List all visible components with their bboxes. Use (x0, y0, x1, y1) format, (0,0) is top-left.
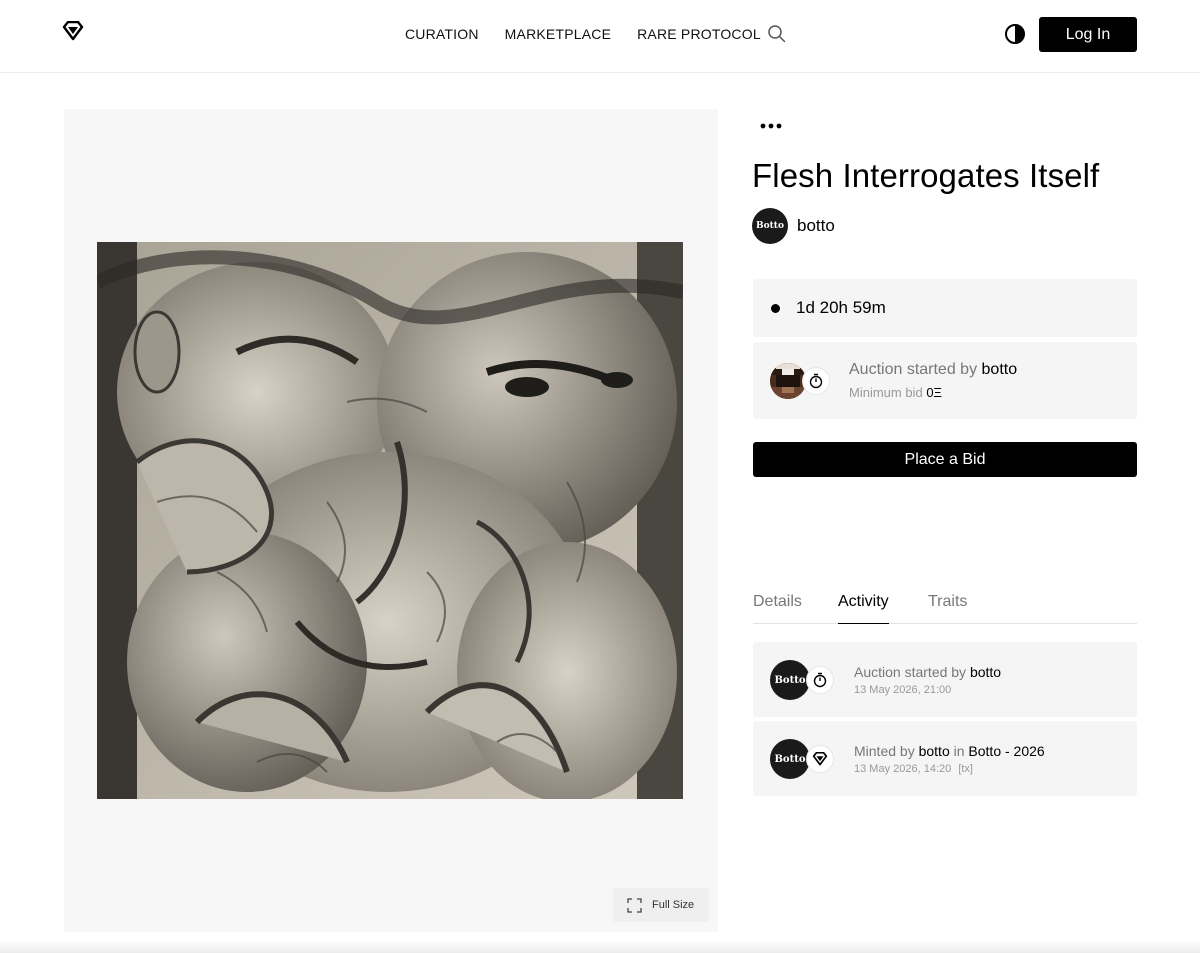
activity-prefix: Minted by (854, 743, 915, 759)
search-icon[interactable] (767, 24, 786, 43)
activity-item: Botto Minted by botto in Botto - 2026 13… (753, 721, 1137, 796)
activity-date-text: 13 May 2026, 14:20 (854, 763, 952, 775)
activity-item: Botto Auction started by botto 13 May 20… (753, 642, 1137, 717)
tab-details[interactable]: Details (753, 592, 802, 624)
auction-timer: 1d 20h 59m (753, 279, 1137, 337)
activity-badge (806, 745, 834, 773)
artwork-panel: Full Size (64, 109, 718, 932)
activity-avatar[interactable]: Botto (770, 739, 810, 779)
nav-curation[interactable]: CURATION (405, 24, 479, 44)
bidder-avatar[interactable] (770, 363, 806, 399)
expand-icon (627, 897, 642, 913)
live-dot-icon (771, 303, 780, 313)
activity-collection-link[interactable]: Botto - 2026 (968, 743, 1044, 759)
place-bid-button[interactable]: Place a Bid (753, 442, 1137, 477)
tab-activity[interactable]: Activity (838, 592, 889, 624)
auction-started-text: Auction started by botto (849, 361, 1017, 379)
activity-text: Minted by botto in Botto - 2026 (854, 743, 1045, 759)
contrast-icon[interactable] (1004, 23, 1026, 45)
countdown-text: 1d 20h 59m (796, 298, 886, 317)
full-size-button[interactable]: Full Size (613, 888, 709, 922)
artwork-title: Flesh Interrogates Itself (752, 157, 1100, 194)
tx-link[interactable]: [tx] (958, 763, 973, 775)
tab-traits[interactable]: Traits (928, 592, 967, 624)
login-button[interactable]: Log In (1039, 17, 1137, 52)
detail-tabs: Details Activity Traits (753, 592, 1137, 624)
page-bottom-edge (0, 940, 1200, 953)
activity-user-link[interactable]: botto (970, 664, 1001, 680)
full-size-label: Full Size (652, 899, 695, 911)
activity-avatar[interactable]: Botto (770, 660, 810, 700)
minimum-bid-value: 0Ξ (926, 385, 942, 400)
artwork-image[interactable] (97, 242, 683, 799)
stopwatch-icon (809, 373, 823, 389)
auction-user-link[interactable]: botto (982, 361, 1018, 378)
minimum-bid-label: Minimum bid (849, 385, 923, 400)
artist-avatar: Botto (752, 208, 788, 244)
artist-name: botto (797, 216, 835, 235)
activity-in-label: in (953, 743, 965, 759)
diamond-icon (812, 752, 828, 766)
main-nav: CURATION MARKETPLACE RARE PROTOCOL (405, 24, 787, 44)
activity-text: Auction started by botto (854, 664, 1001, 680)
auction-status-card: Auction started by botto Minimum bid 0Ξ (753, 342, 1137, 419)
nav-rare-protocol[interactable]: RARE PROTOCOL (637, 24, 761, 44)
more-options-icon[interactable] (757, 116, 785, 136)
activity-badge (806, 666, 834, 694)
artist-link[interactable]: Botto botto (752, 208, 835, 244)
nav-marketplace[interactable]: MARKETPLACE (505, 24, 611, 44)
activity-date: 13 May 2026, 21:00 (854, 684, 952, 696)
stopwatch-badge (802, 367, 830, 395)
diamond-logo-icon[interactable] (62, 21, 84, 41)
site-header: CURATION MARKETPLACE RARE PROTOCOL Log I… (0, 0, 1200, 73)
minimum-bid-text: Minimum bid 0Ξ (849, 385, 942, 400)
activity-user-link[interactable]: botto (919, 743, 950, 759)
stopwatch-icon (813, 672, 827, 688)
activity-prefix: Auction started by (854, 664, 967, 680)
activity-date: 13 May 2026, 14:20 [tx] (854, 763, 973, 775)
auction-prefix: Auction started by (849, 361, 978, 378)
